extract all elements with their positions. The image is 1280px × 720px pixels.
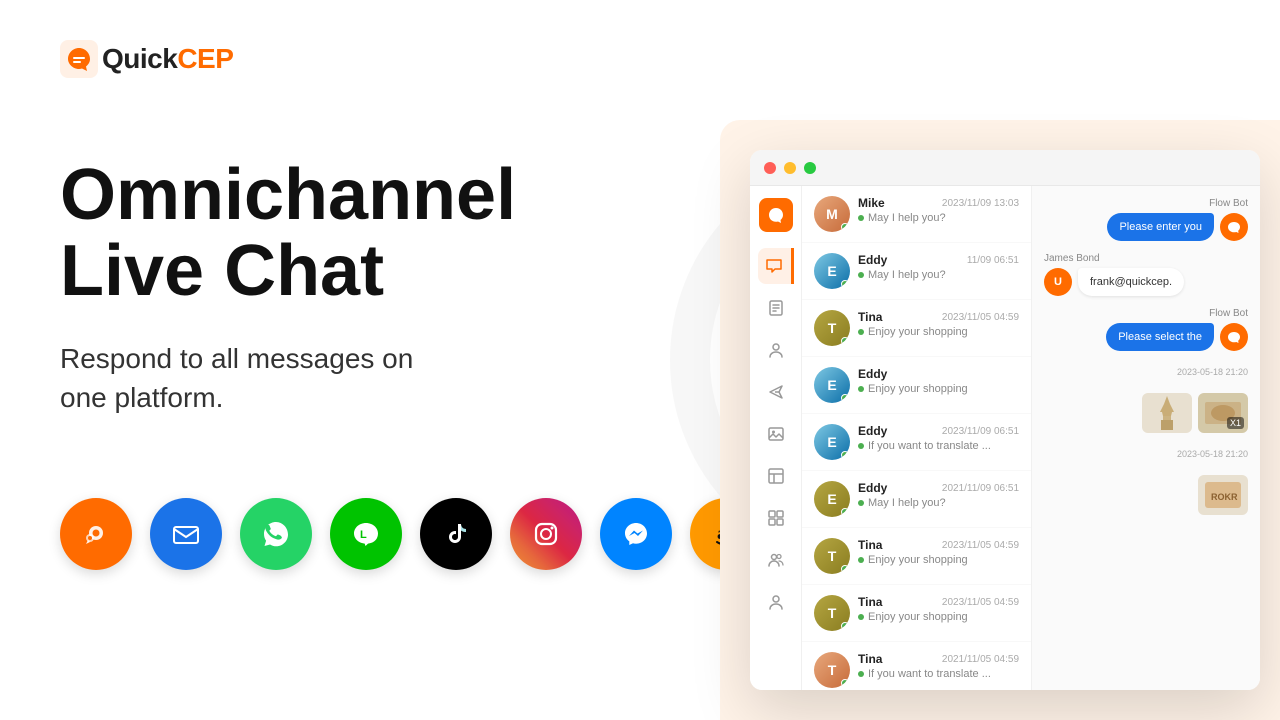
- chat-item-6[interactable]: T Tina 2023/11/05 04:59 Enjoy your shopp…: [802, 528, 1031, 585]
- avatar-7: T: [814, 595, 850, 631]
- channel-livechat[interactable]: [60, 498, 132, 570]
- channel-line[interactable]: L: [330, 498, 402, 570]
- chat-item-5[interactable]: E Eddy 2021/11/09 06:51 May I help you?: [802, 471, 1031, 528]
- sidebar-logo: [759, 198, 793, 232]
- channels-row: L a: [60, 498, 700, 570]
- date-divider-1: 2023-05-18 21:20: [1044, 367, 1248, 377]
- logo: QuickCEP: [60, 40, 700, 78]
- channel-messenger[interactable]: [600, 498, 672, 570]
- avatar-0: M: [814, 196, 850, 232]
- sidebar-item-user-single[interactable]: [758, 584, 794, 620]
- chat-item-8[interactable]: T Tina 2021/11/05 04:59 If you want to t…: [802, 642, 1031, 690]
- right-panel: M Mike 2023/11/09 13:03 May I help you?: [720, 0, 1280, 720]
- image-thumbnails-1: X1: [1044, 393, 1248, 433]
- msg-row-bot-2: Please select the: [1044, 323, 1248, 351]
- sidebar-item-image[interactable]: [758, 416, 794, 452]
- flow-bot-section-2: Flow Bot Please select the: [1044, 308, 1248, 351]
- bubble-james: frank@quickcep.: [1078, 268, 1184, 296]
- svg-text:L: L: [360, 529, 367, 541]
- image-thumbnails-2: ROKR: [1044, 475, 1248, 515]
- flow-bot-label-2: Flow Bot: [1044, 308, 1248, 319]
- img-thumb-wood: X1: [1198, 393, 1248, 433]
- hero-subtitle: Respond to all messages on one platform.: [60, 339, 700, 417]
- svg-text:ROKR: ROKR: [1211, 492, 1238, 502]
- sidebar-item-send[interactable]: [758, 374, 794, 410]
- img-thumb-wood-2: ROKR: [1198, 475, 1248, 515]
- avatar-2: T: [814, 310, 850, 346]
- james-avatar: U: [1044, 268, 1072, 296]
- channel-tiktok[interactable]: [420, 498, 492, 570]
- avatar-6: T: [814, 538, 850, 574]
- app-sidebar: [750, 186, 802, 690]
- app-body: M Mike 2023/11/09 13:03 May I help you?: [750, 186, 1260, 690]
- logo-text: QuickCEP: [102, 43, 233, 75]
- avatar-5: E: [814, 481, 850, 517]
- messages-area: Flow Bot Please enter you James: [1032, 186, 1260, 690]
- title-bar: [750, 150, 1260, 186]
- titlebar-minimize-dot[interactable]: [784, 162, 796, 174]
- msg-row-james: U frank@quickcep.: [1044, 268, 1248, 296]
- img-thumb-eiffel: [1142, 393, 1192, 433]
- hero-title: Omnichannel Live Chat: [60, 158, 700, 309]
- avatar-8: T: [814, 652, 850, 688]
- msg-row-bot-1: Please enter you: [1044, 213, 1248, 241]
- avatar-1: E: [814, 253, 850, 289]
- titlebar-maximize-dot[interactable]: [804, 162, 816, 174]
- james-bond-label: James Bond: [1044, 253, 1248, 264]
- channel-email[interactable]: [150, 498, 222, 570]
- bubble-flow-bot-2: Please select the: [1106, 323, 1214, 351]
- channel-instagram[interactable]: [510, 498, 582, 570]
- chat-item-2[interactable]: T Tina 2023/11/05 04:59 Enjoy your shopp…: [802, 300, 1031, 357]
- bot-avatar-2: [1220, 323, 1248, 351]
- james-bond-section: James Bond U frank@quickcep.: [1044, 253, 1248, 296]
- chat-list: M Mike 2023/11/09 13:03 May I help you?: [802, 186, 1032, 690]
- chat-item-1[interactable]: E Eddy 11/09 06:51 May I help you?: [802, 243, 1031, 300]
- left-panel: QuickCEP Omnichannel Live Chat Respond t…: [0, 0, 760, 720]
- chat-main: Flow Bot Please enter you James: [1032, 186, 1260, 690]
- flow-bot-label-1: Flow Bot: [1044, 198, 1248, 209]
- sidebar-item-grid[interactable]: [758, 500, 794, 536]
- bot-avatar-1: [1220, 213, 1248, 241]
- flow-bot-section-1: Flow Bot Please enter you: [1044, 198, 1248, 241]
- sidebar-item-users[interactable]: [758, 542, 794, 578]
- date-divider-2: 2023-05-18 21:20: [1044, 449, 1248, 459]
- chat-item-7[interactable]: T Tina 2023/11/05 04:59 Enjoy your shopp…: [802, 585, 1031, 642]
- img-count: X1: [1227, 417, 1244, 429]
- chat-item-0[interactable]: M Mike 2023/11/09 13:03 May I help you?: [802, 186, 1031, 243]
- bubble-flow-bot-1: Please enter you: [1107, 213, 1214, 241]
- channel-whatsapp[interactable]: [240, 498, 312, 570]
- titlebar-close-dot[interactable]: [764, 162, 776, 174]
- sidebar-item-chat[interactable]: [758, 248, 794, 284]
- chat-item-4[interactable]: E Eddy 2023/11/09 06:51 If you want to t…: [802, 414, 1031, 471]
- avatar-4: E: [814, 424, 850, 460]
- sidebar-item-layout[interactable]: [758, 458, 794, 494]
- avatar-3: E: [814, 367, 850, 403]
- sidebar-item-notes[interactable]: [758, 290, 794, 326]
- logo-icon: [60, 40, 98, 78]
- sidebar-item-profile[interactable]: [758, 332, 794, 368]
- chat-item-3[interactable]: E Eddy Enjoy your shopping: [802, 357, 1031, 414]
- app-window: M Mike 2023/11/09 13:03 May I help you?: [750, 150, 1260, 690]
